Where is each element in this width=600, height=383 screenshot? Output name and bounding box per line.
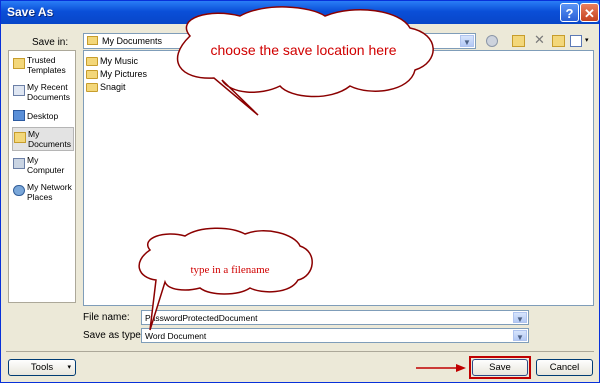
location-callout-text: choose the save location here <box>210 42 397 58</box>
filename-callout-bubble <box>138 227 313 331</box>
location-callout-bubble <box>176 6 434 116</box>
filename-callout-text: type in a filename <box>190 264 270 276</box>
arrow-head <box>456 364 466 372</box>
